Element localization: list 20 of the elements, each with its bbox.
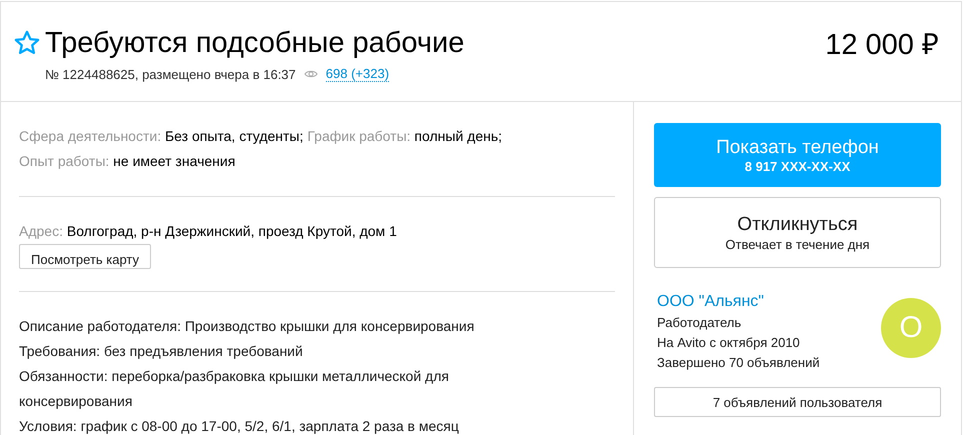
price: 12 000 ₽ [825, 28, 939, 63]
seller-info: Работодатель [657, 314, 742, 332]
seller-avatar: О [881, 298, 941, 358]
description-line: Условия: график с 08-00 до 17-00, 5/2, 6/1, зарплата 2 раза в месяц [19, 417, 460, 435]
description-line: Требования: без предъявления требований [19, 342, 304, 361]
seller-info: На Avito с октября 2010 [657, 334, 801, 352]
show-map-button[interactable]: Посмотреть карту [19, 244, 152, 269]
seller-info: Завершено 70 объявлений [657, 354, 820, 372]
favorite-star-icon[interactable] [13, 29, 41, 57]
user-listings-button[interactable]: 7 объявлений пользователя [654, 387, 941, 417]
attribute: График работы: полный день; [307, 128, 502, 144]
listing-meta: № 1224488625, размещено вчера в 16:37 [45, 66, 296, 82]
listing-title: Требуются подсобные рабочие [45, 26, 464, 61]
description-line: Обязанности: переборка/разбраковка крышки металлической для консервирования [19, 367, 450, 411]
attribute: Опыт работы: не имеет значения [19, 153, 236, 169]
address: Адрес: Волгоград, р-н Дзержинский, проезд Крутой, дом 1 [19, 223, 397, 239]
reply-button[interactable]: Откликнуться Отвечает в течение дня [654, 197, 941, 268]
description-line: Описание работодателя: Производство крышки для консервирования [19, 317, 476, 336]
eye-icon [304, 69, 318, 79]
attribute: Сфера деятельности: Без опыта, студенты; [19, 128, 304, 144]
